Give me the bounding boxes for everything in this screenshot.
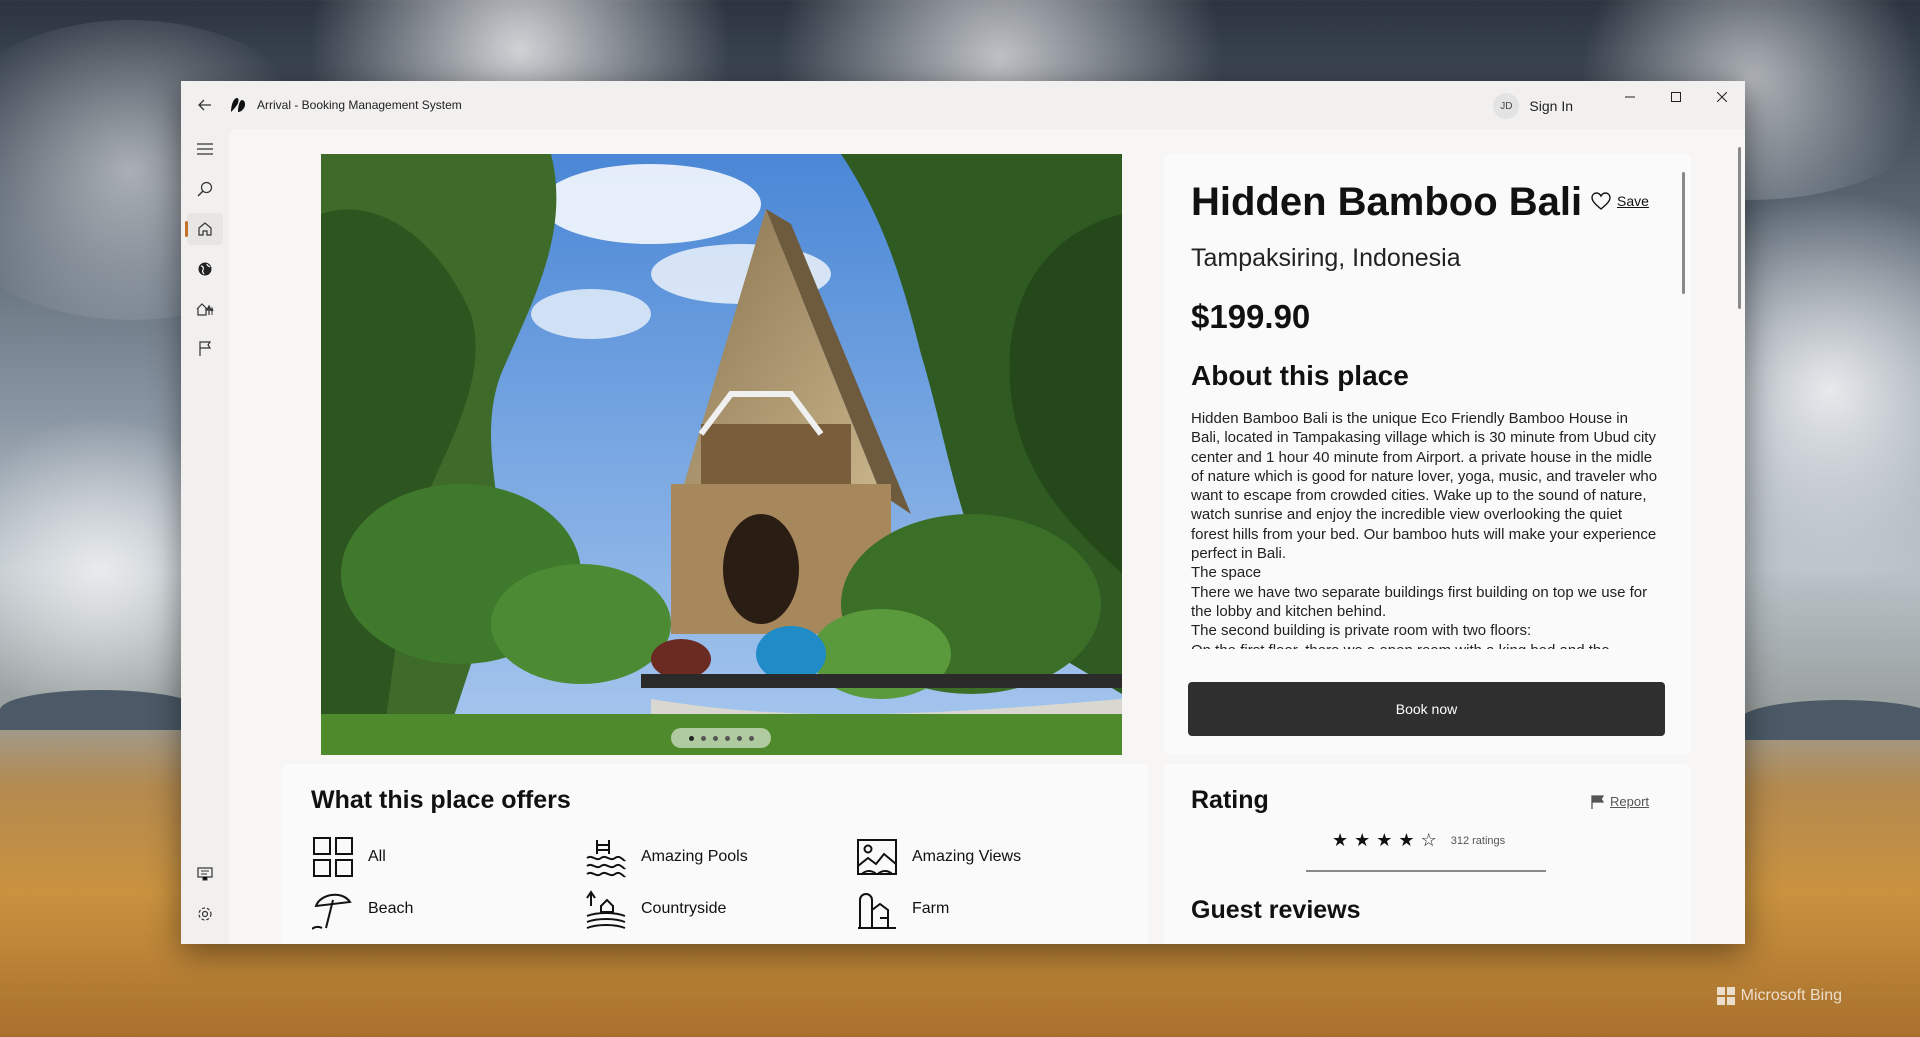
countryside-icon	[586, 890, 626, 929]
home-icon	[198, 222, 212, 236]
amenities-card: What this place offers All Amazing Pools…	[282, 764, 1148, 944]
carousel-dot[interactable]	[712, 735, 718, 741]
umbrella-icon	[312, 893, 352, 930]
close-button[interactable]	[1699, 81, 1745, 113]
carousel-dot[interactable]	[736, 735, 742, 741]
pool-icon	[586, 840, 626, 878]
nav-settings-button[interactable]	[181, 894, 229, 934]
star-filled-icon: ★	[1332, 830, 1349, 850]
maximize-button[interactable]	[1653, 81, 1699, 113]
amenity-amazing-views[interactable]: Amazing Views	[856, 836, 1021, 878]
sign-in-button[interactable]: JD Sign In	[1493, 93, 1573, 119]
minimize-icon	[1625, 96, 1635, 98]
amenity-label: All	[368, 848, 386, 865]
amenity-amazing-pools[interactable]: Amazing Pools	[585, 836, 748, 878]
guest-reviews-heading: Guest reviews	[1191, 896, 1361, 924]
carousel-dot[interactable]	[688, 735, 694, 741]
amenity-label: Farm	[912, 900, 950, 917]
window-title: Arrival - Booking Management System	[257, 98, 462, 112]
about-paragraph: Hidden Bamboo Bali is the unique Eco Fri…	[1191, 410, 1658, 563]
report-button[interactable]: Report	[1591, 794, 1649, 809]
about-paragraph: The space	[1191, 564, 1262, 582]
nav-feedback-button[interactable]	[181, 854, 229, 894]
about-heading: About this place	[1191, 360, 1409, 391]
nav-explore-button[interactable]	[181, 249, 229, 289]
grid-icon	[313, 837, 353, 877]
ratings-count: 312 ratings	[1450, 834, 1506, 847]
listing-title: Hidden Bamboo Bali	[1191, 180, 1583, 224]
house-trees-icon	[196, 303, 214, 316]
nav-menu-button[interactable]	[181, 129, 229, 169]
avatar: JD	[1493, 93, 1520, 119]
listing-photo	[321, 154, 1122, 755]
listing-price: $199.90	[1191, 298, 1311, 335]
star-filled-icon: ★	[1354, 830, 1371, 850]
book-now-button[interactable]: Book now	[1188, 682, 1665, 736]
title-bar: Arrival - Booking Management System JD S…	[181, 81, 1745, 129]
star-filled-icon: ★	[1398, 830, 1415, 850]
app-window: Arrival - Booking Management System JD S…	[181, 81, 1745, 944]
maximize-icon	[1671, 92, 1681, 102]
listing-details-card: Hidden Bamboo Bali Save Tampaksiring, In…	[1164, 154, 1691, 755]
globe-icon	[198, 262, 212, 276]
windows-logo-icon	[1716, 987, 1735, 1005]
nav-home-button[interactable]	[181, 209, 229, 249]
back-button[interactable]	[181, 81, 229, 129]
amenity-label: Beach	[368, 900, 414, 917]
about-paragraph: The second building is private room with…	[1191, 622, 1532, 640]
listing-location: Tampaksiring, Indonesia	[1191, 244, 1461, 272]
navigation-rail	[181, 129, 229, 944]
microsoft-bing-watermark: Microsoft Bing	[1716, 987, 1842, 1005]
feedback-icon	[197, 867, 213, 881]
amenity-farm[interactable]: Farm	[856, 888, 949, 930]
nav-footer	[181, 854, 229, 944]
star-filled-icon: ★	[1376, 830, 1393, 850]
rating-heading: Rating	[1191, 786, 1269, 814]
rating-card: Rating Report ★ ★ ★ ★ ☆ 312 ratings Guest rev…	[1164, 764, 1691, 944]
amenities-heading: What this place offers	[311, 786, 571, 814]
minimize-button[interactable]	[1607, 81, 1653, 113]
content-area: Hidden Bamboo Bali Save Tampaksiring, In…	[229, 129, 1745, 944]
star-empty-icon: ☆	[1420, 830, 1437, 850]
flag-icon	[1591, 794, 1604, 809]
save-button[interactable]: Save	[1591, 192, 1649, 210]
window-controls	[1607, 81, 1745, 113]
report-label: Report	[1610, 794, 1650, 809]
rating-divider	[1306, 870, 1546, 872]
amenity-label: Countryside	[641, 900, 727, 917]
carousel-dot[interactable]	[724, 735, 730, 741]
gear-icon	[198, 907, 212, 921]
about-paragraph: On the first floor, there we a open room…	[1191, 641, 1661, 649]
carousel-dot[interactable]	[748, 735, 754, 741]
amenity-label: Amazing Views	[912, 848, 1022, 865]
listing-photo-carousel[interactable]	[321, 154, 1122, 755]
close-icon	[1717, 92, 1727, 102]
sign-in-label: Sign In	[1529, 98, 1573, 114]
view-icon	[857, 839, 897, 875]
amenity-countryside[interactable]: Countryside	[585, 888, 726, 930]
nav-reports-button[interactable]	[181, 329, 229, 369]
star-rating: ★ ★ ★ ★ ☆ 312 ratings	[1332, 830, 1505, 851]
details-scrollbar[interactable]	[1682, 172, 1685, 294]
amenity-label: Amazing Pools	[641, 848, 748, 865]
about-paragraph: There we have two separate buildings fir…	[1191, 583, 1648, 620]
hamburger-icon	[197, 143, 213, 155]
heart-icon	[1591, 192, 1611, 210]
farm-icon	[858, 893, 896, 929]
search-icon	[197, 181, 213, 197]
nav-stays-button[interactable]	[181, 289, 229, 329]
save-label: Save	[1617, 193, 1649, 209]
amenity-all[interactable]: All	[312, 836, 386, 878]
page-scrollbar[interactable]	[1738, 147, 1741, 309]
app-logo-icon	[231, 98, 246, 112]
back-arrow-icon	[198, 99, 211, 111]
flag-icon	[199, 341, 212, 356]
carousel-pager[interactable]	[671, 728, 771, 748]
about-description: Hidden Bamboo Bali is the unique Eco Fri…	[1191, 409, 1661, 649]
amenity-beach[interactable]: Beach	[312, 888, 413, 930]
carousel-dot[interactable]	[700, 735, 706, 741]
nav-search-button[interactable]	[181, 169, 229, 209]
